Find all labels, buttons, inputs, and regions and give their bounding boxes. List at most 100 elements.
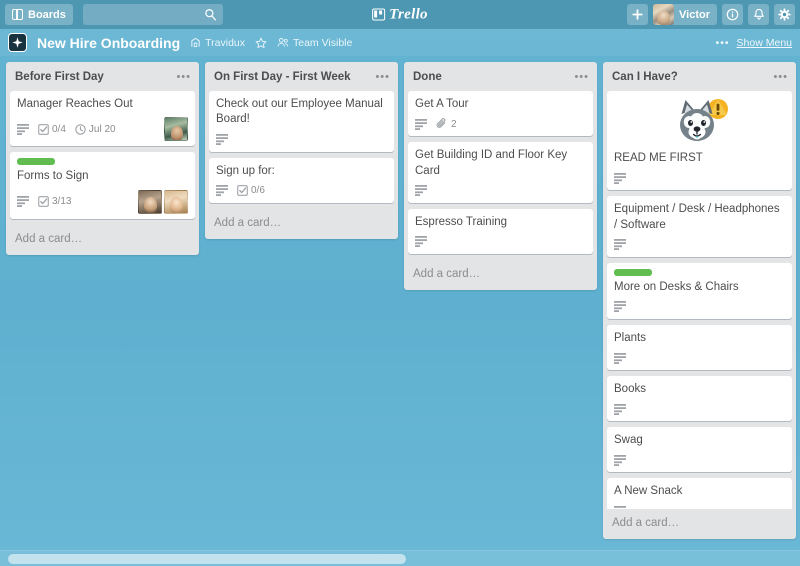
plus-icon [632, 9, 643, 20]
card-title: Manager Reaches Out [17, 98, 133, 111]
board-list: On First Day - First Week ••• Check out ou… [205, 62, 398, 239]
card-badge-checklist: 3/13 [38, 196, 71, 207]
card[interactable]: Sign up for: 0/6 [209, 157, 394, 203]
settings-button[interactable] [774, 4, 795, 25]
card-badges [614, 300, 785, 314]
card[interactable]: More on Desks & Chairs [607, 262, 792, 319]
card-badge-description [415, 236, 427, 248]
card-members [164, 117, 188, 142]
card-members [138, 189, 188, 214]
add-card-button[interactable]: Add a card… [6, 225, 199, 255]
list-menu-button[interactable]: ••• [773, 71, 788, 83]
card[interactable]: Forms to Sign 3/13 [10, 152, 195, 219]
trello-app: Boards Trello Victor New Hire Onboarding… [0, 0, 800, 566]
card[interactable]: Get Building ID and Floor Key Card [408, 142, 593, 203]
card-badge-text: 2 [451, 118, 457, 130]
description-icon [17, 196, 29, 208]
avatar[interactable] [164, 189, 188, 214]
add-card-button[interactable]: Add a card… [603, 509, 796, 539]
card[interactable]: A New Snack [607, 478, 792, 510]
board-horizontal-scrollbar[interactable] [0, 550, 800, 566]
show-menu-link[interactable]: Show Menu [737, 37, 792, 49]
avatar[interactable] [164, 117, 188, 142]
card-badge-description [17, 196, 29, 208]
card-badge-description [614, 239, 626, 251]
top-navigation-bar: Boards Trello Victor [0, 0, 800, 29]
list-title[interactable]: Before First Day [15, 71, 176, 84]
card-title: Equipment / Desk / Headphones / Software [614, 203, 780, 231]
info-button[interactable] [722, 4, 743, 25]
card-label[interactable] [17, 158, 55, 166]
description-icon [614, 454, 626, 466]
scrollbar-thumb[interactable] [8, 554, 406, 564]
card-badge-text: 0/4 [52, 123, 66, 135]
card-badge-clock: Jul 20 [75, 124, 116, 135]
card[interactable]: Plants [607, 324, 792, 371]
add-button[interactable] [627, 4, 649, 25]
card-badges: 2 [415, 117, 586, 131]
description-icon [614, 506, 626, 508]
card-badge-description [216, 134, 228, 146]
card-badge-description [216, 185, 228, 197]
list-title[interactable]: On First Day - First Week [214, 71, 375, 84]
card-title: Get A Tour [415, 98, 469, 111]
list-cards-container: Get A Tour 2 Get Building ID and Floor Key… [404, 91, 597, 260]
avatar[interactable] [138, 189, 162, 214]
card-title: READ ME FIRST [614, 152, 703, 165]
add-card-button[interactable]: Add a card… [205, 209, 398, 239]
card-badge-description [614, 172, 626, 184]
description-icon [614, 403, 626, 415]
add-card-button[interactable]: Add a card… [404, 260, 597, 290]
card[interactable]: Check out our Employee Manual Board! [209, 91, 394, 152]
card[interactable]: Swag [607, 427, 792, 473]
card[interactable]: Get A Tour 2 [408, 91, 593, 137]
list-menu-button[interactable]: ••• [375, 71, 390, 83]
info-circle-icon [726, 8, 739, 21]
board-more-options-button[interactable]: ••• [716, 37, 730, 49]
list-header: Can I Have? ••• [603, 62, 796, 91]
card[interactable]: Manager Reaches Out 0/4 Jul 20 [10, 91, 195, 147]
card-badges [614, 505, 785, 510]
card-title: A New Snack [614, 485, 683, 498]
star-icon [255, 37, 267, 48]
boards-button[interactable]: Boards [5, 4, 73, 25]
card-title: Get Building ID and Floor Key Card [415, 149, 568, 177]
card-title: Swag [614, 434, 643, 447]
list-menu-button[interactable]: ••• [176, 71, 191, 83]
card[interactable]: READ ME FIRST [607, 91, 792, 191]
card-title: Sign up for: [216, 164, 275, 177]
card-badge-description [17, 123, 29, 135]
board-visibility-button[interactable]: Team Visible [277, 37, 352, 49]
description-icon [415, 185, 427, 197]
card-badges [415, 235, 586, 249]
board-header: New Hire Onboarding Travidux Team Visibl… [0, 29, 800, 56]
card-badge-attachment: 2 [436, 118, 457, 130]
checklist-icon [38, 124, 49, 135]
list-header: Before First Day ••• [6, 62, 199, 91]
boards-grid-icon [12, 9, 23, 20]
card[interactable]: Espresso Training [408, 208, 593, 254]
card-badges [614, 402, 785, 416]
search-input[interactable] [82, 4, 223, 25]
list-menu-button[interactable]: ••• [574, 71, 589, 83]
card[interactable]: Equipment / Desk / Headphones / Software [607, 196, 792, 257]
list-title[interactable]: Can I Have? [612, 71, 773, 84]
board-team-button[interactable]: Travidux [190, 37, 245, 49]
page-title[interactable]: New Hire Onboarding [37, 35, 180, 51]
attachment-icon [436, 118, 446, 129]
list-title[interactable]: Done [413, 71, 574, 84]
card-badges: 3/13 [17, 189, 188, 214]
board-menu-group: ••• Show Menu [716, 37, 792, 49]
trello-logo[interactable]: Trello [372, 6, 428, 23]
card-title: Forms to Sign [17, 170, 89, 183]
star-button[interactable] [255, 37, 267, 49]
user-menu-button[interactable]: Victor [653, 4, 717, 25]
organization-icon [191, 37, 200, 48]
card-title: Check out our Employee Manual Board! [216, 98, 383, 126]
description-icon [614, 301, 626, 313]
card[interactable]: Books [607, 376, 792, 422]
notifications-button[interactable] [748, 4, 769, 25]
card-label[interactable] [614, 268, 652, 276]
board-team-label: Travidux [205, 36, 245, 49]
card-badge-text: 0/6 [251, 185, 265, 197]
